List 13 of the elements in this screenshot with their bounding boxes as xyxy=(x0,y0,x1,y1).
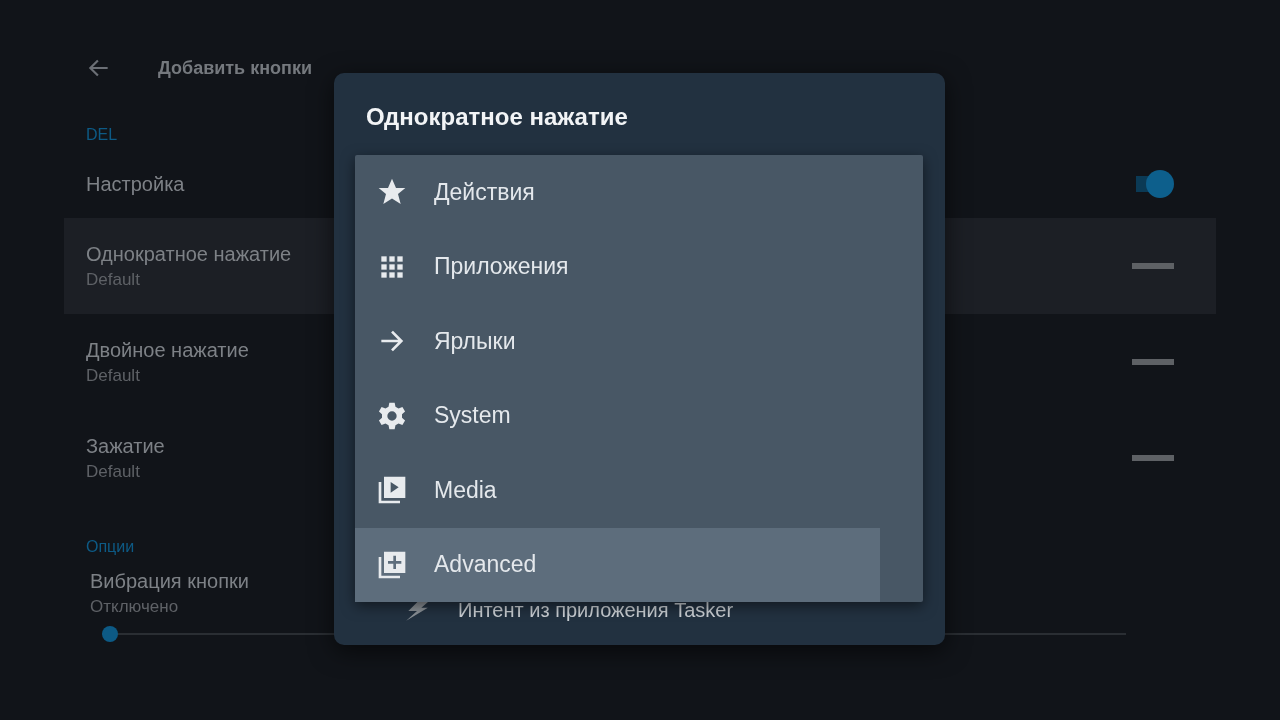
row-subtitle: Default xyxy=(86,365,140,386)
row-title: Настройка xyxy=(86,172,185,196)
row-subtitle: Default xyxy=(86,461,140,482)
row-title: Зажатие xyxy=(86,434,165,458)
row-title: Однократное нажатие xyxy=(86,242,292,266)
row-title: Двойное нажатие xyxy=(86,338,249,362)
section-header: Опции xyxy=(86,538,135,556)
page-title: Добавить кнопки xyxy=(158,57,312,79)
row-subtitle: Default xyxy=(86,269,140,290)
dialog-title: Однократное нажатие xyxy=(366,103,629,131)
row-subtitle: Отключено xyxy=(90,597,179,617)
row-title: Вибрация кнопки xyxy=(90,570,249,593)
section-header: DEL xyxy=(86,126,118,144)
